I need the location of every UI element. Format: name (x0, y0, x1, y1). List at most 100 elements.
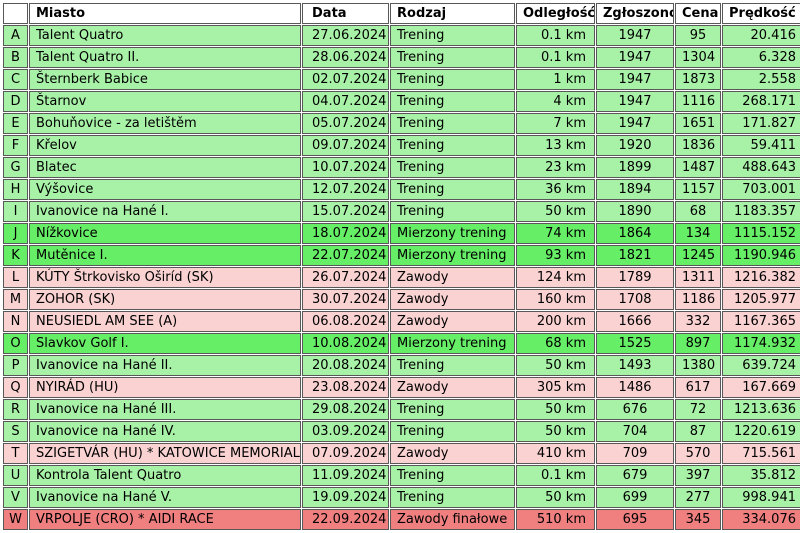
cell-rodzaj: Trening (390, 113, 515, 134)
cell-rodzaj: Trening (390, 487, 515, 508)
cell-miasto: Štarnov (29, 91, 301, 112)
cell-odleglosc: 36 km (516, 179, 595, 200)
cell-zgloszono: 676 (596, 399, 674, 420)
table-row[interactable]: S Ivanovice na Hané IV. 03.09.2024 Trening 5… (3, 421, 800, 442)
cell-rodzaj: Trening (390, 47, 515, 68)
cell-cena: 570 (675, 443, 721, 464)
table-row[interactable]: T SZIGETVÁR (HU) * KATOWICE MEMORIAL 07.09… (3, 443, 800, 464)
cell-cena: 332 (675, 311, 721, 332)
cell-predkosc: 1213.636 (722, 399, 800, 420)
cell-zgloszono: 679 (596, 465, 674, 486)
cell-predkosc: 1167.365 (722, 311, 800, 332)
cell-rodzaj: Trening (390, 179, 515, 200)
cell-odleglosc: 93 km (516, 245, 595, 266)
table-header: Miasto Data Rodzaj Odległość Zgłoszono C… (3, 3, 800, 24)
cell-odleglosc: 0.1 km (516, 47, 595, 68)
cell-data: 10.08.2024 (302, 333, 389, 354)
cell-predkosc: 488.643 (722, 157, 800, 178)
header-row: Miasto Data Rodzaj Odległość Zgłoszono C… (3, 3, 800, 24)
table-row[interactable]: B Talent Quatro II. 28.06.2024 Trening 0.1 k… (3, 47, 800, 68)
cell-cena: 897 (675, 333, 721, 354)
cell-odleglosc: 50 km (516, 399, 595, 420)
table-row[interactable]: C Šternberk Babice 02.07.2024 Trening 1 km 19… (3, 69, 800, 90)
table-row[interactable]: F Křelov 09.07.2024 Trening 13 km 1920 1836 59.… (3, 135, 800, 156)
table-row[interactable]: G Blatec 10.07.2024 Trening 23 km 1899 1487 488… (3, 157, 800, 178)
cell-rodzaj: Trening (390, 355, 515, 376)
table-row[interactable]: N NEUSIEDL AM SEE (A) 06.08.2024 Zawody 200 … (3, 311, 800, 332)
cell-data: 05.07.2024 (302, 113, 389, 134)
cell-cena: 134 (675, 223, 721, 244)
cell-rodzaj: Mierzony trening (390, 333, 515, 354)
cell-letter: N (3, 311, 28, 332)
table-row[interactable]: V Ivanovice na Hané V. 19.09.2024 Trening 50… (3, 487, 800, 508)
cell-cena: 1836 (675, 135, 721, 156)
table-body: A Talent Quatro 27.06.2024 Trening 0.1 km 194… (3, 25, 800, 530)
table-row[interactable]: M ZOHOR (SK) 30.07.2024 Zawody 160 km 1708 118… (3, 289, 800, 310)
cell-data: 09.07.2024 (302, 135, 389, 156)
table-row[interactable]: U Kontrola Talent Quatro 11.09.2024 Trening… (3, 465, 800, 486)
cell-zgloszono: 1708 (596, 289, 674, 310)
table-row[interactable]: P Ivanovice na Hané II. 20.08.2024 Trening 5… (3, 355, 800, 376)
table-row[interactable]: I Ivanovice na Hané I. 15.07.2024 Trening 50… (3, 201, 800, 222)
cell-odleglosc: 4 km (516, 91, 595, 112)
cell-odleglosc: 305 km (516, 377, 595, 398)
header-cell-letter (3, 3, 28, 24)
cell-predkosc: 2.558 (722, 69, 800, 90)
cell-miasto: Kontrola Talent Quatro (29, 465, 301, 486)
cell-data: 15.07.2024 (302, 201, 389, 222)
cell-odleglosc: 510 km (516, 509, 595, 530)
table-row[interactable]: O Slavkov Golf I. 10.08.2024 Mierzony treni… (3, 333, 800, 354)
table-row[interactable]: R Ivanovice na Hané III. 29.08.2024 Trening… (3, 399, 800, 420)
cell-letter: Q (3, 377, 28, 398)
table-row[interactable]: J Nížkovice 18.07.2024 Mierzony trening 74 k… (3, 223, 800, 244)
cell-zgloszono: 1947 (596, 47, 674, 68)
cell-miasto: Talent Quatro (29, 25, 301, 46)
cell-miasto: Šternberk Babice (29, 69, 301, 90)
cell-rodzaj: Trening (390, 201, 515, 222)
cell-zgloszono: 1486 (596, 377, 674, 398)
cell-miasto: NEUSIEDL AM SEE (A) (29, 311, 301, 332)
cell-letter: U (3, 465, 28, 486)
cell-zgloszono: 1947 (596, 25, 674, 46)
cell-data: 03.09.2024 (302, 421, 389, 442)
cell-zgloszono: 1947 (596, 69, 674, 90)
cell-cena: 617 (675, 377, 721, 398)
table-row[interactable]: K Mutěnice I. 22.07.2024 Mierzony trening 93… (3, 245, 800, 266)
cell-cena: 1311 (675, 267, 721, 288)
cell-zgloszono: 695 (596, 509, 674, 530)
cell-zgloszono: 699 (596, 487, 674, 508)
cell-odleglosc: 23 km (516, 157, 595, 178)
cell-cena: 72 (675, 399, 721, 420)
cell-data: 20.08.2024 (302, 355, 389, 376)
cell-predkosc: 171.827 (722, 113, 800, 134)
cell-miasto: NYIRÁD (HU) (29, 377, 301, 398)
cell-cena: 1487 (675, 157, 721, 178)
table-row[interactable]: L KÚTY Štrkovisko Oširíd (SK) 26.07.2024 Za… (3, 267, 800, 288)
table-row[interactable]: H Výšovice 12.07.2024 Trening 36 km 1894 1157 7… (3, 179, 800, 200)
cell-letter: J (3, 223, 28, 244)
table-row[interactable]: D Štarnov 04.07.2024 Trening 4 km 1947 1116 268… (3, 91, 800, 112)
cell-odleglosc: 1 km (516, 69, 595, 90)
cell-cena: 397 (675, 465, 721, 486)
table-row[interactable]: E Bohuňovice - za letištěm 05.07.2024 Treni… (3, 113, 800, 134)
table-row[interactable]: Q NYIRÁD (HU) 23.08.2024 Zawody 305 km 1486 61… (3, 377, 800, 398)
cell-data: 12.07.2024 (302, 179, 389, 200)
header-cell-cena: Cena (675, 3, 721, 24)
cell-data: 23.08.2024 (302, 377, 389, 398)
cell-predkosc: 1115.152 (722, 223, 800, 244)
cell-zgloszono: 1899 (596, 157, 674, 178)
cell-zgloszono: 704 (596, 421, 674, 442)
cell-odleglosc: 74 km (516, 223, 595, 244)
table-row[interactable]: A Talent Quatro 27.06.2024 Trening 0.1 km 194… (3, 25, 800, 46)
cell-data: 07.09.2024 (302, 443, 389, 464)
cell-letter: C (3, 69, 28, 90)
cell-predkosc: 1183.357 (722, 201, 800, 222)
cell-miasto: SZIGETVÁR (HU) * KATOWICE MEMORIAL (29, 443, 301, 464)
table-row[interactable]: W VRPOLJE (CRO) * AIDI RACE 22.09.2024 Zawo… (3, 509, 800, 530)
cell-rodzaj: Mierzony trening (390, 223, 515, 244)
cell-zgloszono: 1493 (596, 355, 674, 376)
cell-predkosc: 20.416 (722, 25, 800, 46)
cell-miasto: KÚTY Štrkovisko Oširíd (SK) (29, 267, 301, 288)
cell-data: 10.07.2024 (302, 157, 389, 178)
cell-miasto: Křelov (29, 135, 301, 156)
